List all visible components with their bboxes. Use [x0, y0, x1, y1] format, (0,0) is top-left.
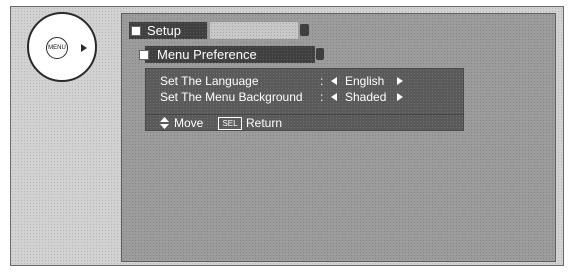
up-down-icon [160, 117, 169, 129]
language-colon: : [320, 74, 324, 88]
right-arrow-icon[interactable] [397, 93, 403, 101]
setup-tab-track [210, 22, 298, 39]
setup-tab-end-cap [300, 24, 309, 36]
sel-key-icon: SEL [218, 117, 242, 130]
tab-square-icon [131, 26, 141, 36]
move-hint-label: Move [174, 116, 204, 130]
background-value: Shaded [345, 90, 387, 104]
menu-button[interactable]: MENU [46, 37, 68, 59]
menu-preference-end-cap [316, 48, 324, 60]
left-arrow-icon[interactable] [331, 93, 337, 101]
background-row[interactable]: Set The Menu Background : Shaded [160, 89, 460, 105]
return-hint-label: Return [246, 116, 283, 130]
menu-square-icon [139, 50, 149, 60]
menu-preference-bar[interactable]: Menu Preference [145, 46, 315, 63]
language-label: Set The Language [160, 74, 259, 88]
left-arrow-icon[interactable] [331, 77, 337, 85]
language-row[interactable]: Set The Language : English [160, 73, 460, 89]
settings-panel: Set The Language : English Set The Menu … [145, 68, 464, 131]
language-value: English [345, 74, 385, 88]
menu-preference-title: Menu Preference [157, 47, 257, 62]
right-arrow-icon[interactable] [397, 77, 403, 85]
panel-divider [146, 114, 463, 115]
background-colon: : [320, 90, 324, 104]
remote-control-pad[interactable]: MENU [27, 12, 97, 82]
setup-tab-label: Setup [147, 23, 181, 38]
background-label: Set The Menu Background [160, 90, 303, 104]
arrow-right-icon[interactable] [81, 44, 87, 52]
